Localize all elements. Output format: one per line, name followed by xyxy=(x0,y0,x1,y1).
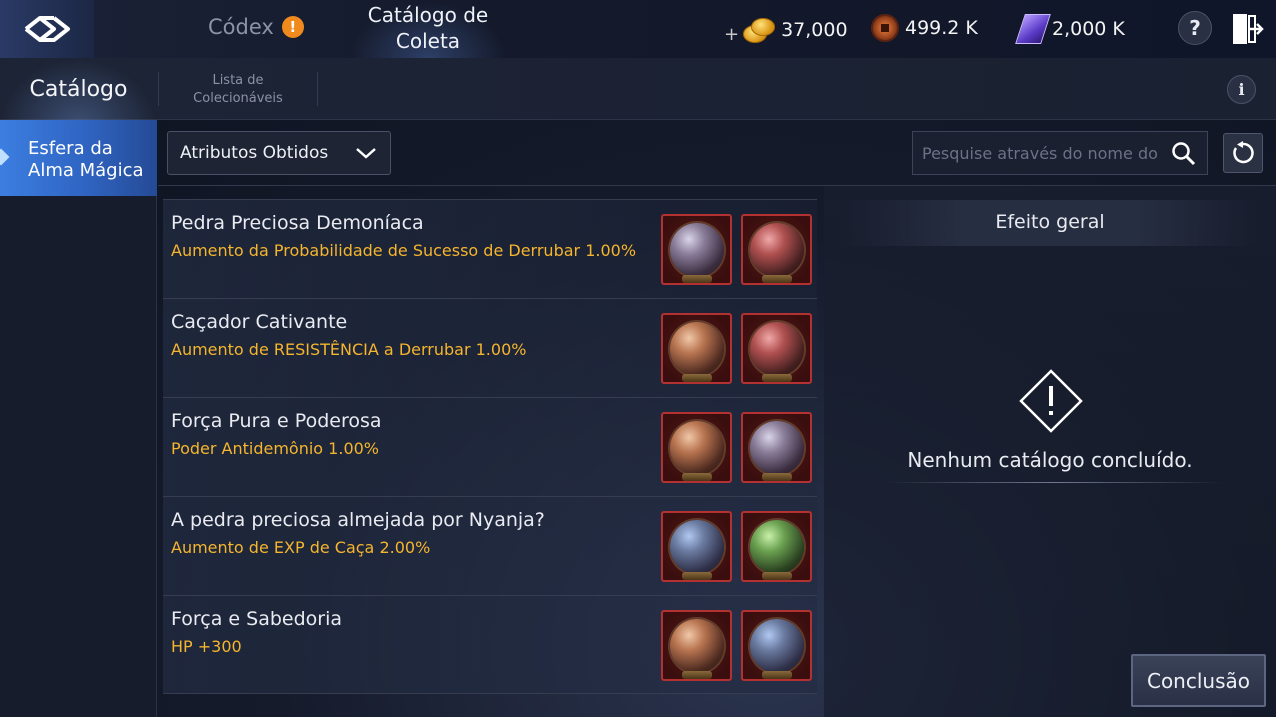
crystal-currency[interactable]: 2,000 K xyxy=(1015,14,1125,44)
list-item[interactable]: A pedra preciosa almejada por Nyanja? Au… xyxy=(163,496,817,595)
soul-orb-slot[interactable] xyxy=(661,412,732,483)
soul-orb-slot[interactable] xyxy=(741,313,812,384)
catalog-list: Pedra Preciosa Demoníaca Aumento da Prob… xyxy=(163,199,817,694)
refresh-icon xyxy=(1233,141,1254,164)
tab-collection-catalog[interactable]: Catálogo de Coleta xyxy=(350,2,506,58)
sidebar-item-line2: Alma Mágica xyxy=(28,160,144,181)
sidebar: Esfera da Alma Mágica xyxy=(0,120,157,717)
warning-icon xyxy=(1019,369,1083,433)
soul-orb-icon xyxy=(749,420,804,481)
soul-orb-slot[interactable] xyxy=(741,412,812,483)
logo-icon xyxy=(24,16,70,42)
empty-divider xyxy=(884,482,1224,483)
dropdown-value: Atributos Obtidos xyxy=(180,143,329,163)
alert-icon: ! xyxy=(281,16,304,38)
list-item[interactable]: Força e Sabedoria HP +300 xyxy=(163,595,817,694)
gold-currency[interactable]: + 37,000 xyxy=(724,14,848,45)
exit-icon xyxy=(1233,14,1264,44)
refresh-button[interactable] xyxy=(1223,133,1263,173)
soul-orb-icon xyxy=(669,222,724,283)
search-input[interactable] xyxy=(922,143,1172,163)
list-item[interactable]: Força Pura e Poderosa Poder Antidemônio … xyxy=(163,397,817,496)
coin-amount: 499.2 K xyxy=(905,17,978,39)
info-button[interactable]: i xyxy=(1227,75,1256,104)
gold-coins-icon xyxy=(741,17,776,43)
top-bar: Códex ! Catálogo de Coleta + 37,000 499.… xyxy=(0,0,1276,58)
empty-message: Nenhum catálogo concluído. xyxy=(907,448,1193,472)
list-item[interactable]: Pedra Preciosa Demoníaca Aumento da Prob… xyxy=(163,199,817,298)
crystal-icon xyxy=(1015,14,1051,44)
tab-codex-label: Códex xyxy=(208,15,274,39)
soul-orb-slot[interactable] xyxy=(741,610,812,681)
attributes-dropdown[interactable]: Atributos Obtidos xyxy=(167,131,391,175)
back-logo-button[interactable] xyxy=(0,0,94,58)
panel-title: Efeito geral xyxy=(840,200,1260,246)
conclusion-button[interactable]: Conclusão xyxy=(1131,654,1266,707)
soul-orb-icon xyxy=(669,519,724,580)
soul-orb-slot[interactable] xyxy=(661,313,732,384)
conclusion-label: Conclusão xyxy=(1146,668,1251,693)
tab-catalog-line2: Coleta xyxy=(395,29,461,53)
tab-catalog[interactable]: Catálogo xyxy=(0,58,157,120)
tab-list-line2: Colecionáveis xyxy=(193,91,283,106)
exit-button[interactable] xyxy=(1230,11,1264,47)
gold-amount: 37,000 xyxy=(781,18,848,41)
soul-orb-icon xyxy=(749,618,804,679)
soul-orb-slot[interactable] xyxy=(741,214,812,285)
search-box xyxy=(912,131,1208,175)
selected-marker-icon xyxy=(0,148,10,166)
tab-collectibles-list[interactable]: Lista de Colecionáveis xyxy=(158,72,318,106)
soul-orb-icon xyxy=(749,519,804,580)
sidebar-item-line1: Esfera da xyxy=(28,138,113,159)
soul-orb-slot[interactable] xyxy=(661,511,732,582)
coin-currency[interactable]: 499.2 K xyxy=(871,14,978,42)
help-button[interactable]: ? xyxy=(1178,11,1212,45)
tab-codex[interactable]: Códex ! xyxy=(208,15,304,39)
sidebar-item-magic-soul-sphere[interactable]: Esfera da Alma Mágica xyxy=(0,120,157,196)
info-icon: i xyxy=(1238,80,1245,99)
tab-catalog-label: Catálogo xyxy=(29,76,128,102)
soul-orb-slot[interactable] xyxy=(661,214,732,285)
help-icon: ? xyxy=(1189,16,1201,40)
tab-list-line1: Lista de xyxy=(212,73,264,88)
crystal-amount: 2,000 K xyxy=(1052,18,1125,40)
soul-orb-slot[interactable] xyxy=(661,610,732,681)
sub-header: Catálogo Lista de Colecionáveis i xyxy=(0,58,1276,120)
soul-orb-icon xyxy=(749,222,804,283)
soul-orb-slot[interactable] xyxy=(741,511,812,582)
soul-orb-icon xyxy=(669,420,724,481)
list-item[interactable]: Caçador Cativante Aumento de RESISTÊNCIA… xyxy=(163,298,817,397)
soul-orb-icon xyxy=(749,321,804,382)
soul-orb-icon xyxy=(669,321,724,382)
ancient-coin-icon xyxy=(871,14,899,42)
overall-effect-panel: Efeito geral Nenhum catálogo concluído. xyxy=(824,186,1276,717)
add-gold-icon: + xyxy=(724,24,740,45)
search-icon[interactable] xyxy=(1171,141,1197,167)
soul-orb-icon xyxy=(669,618,724,679)
chevron-down-icon xyxy=(356,148,376,159)
tab-catalog-line1: Catálogo de xyxy=(367,3,489,27)
